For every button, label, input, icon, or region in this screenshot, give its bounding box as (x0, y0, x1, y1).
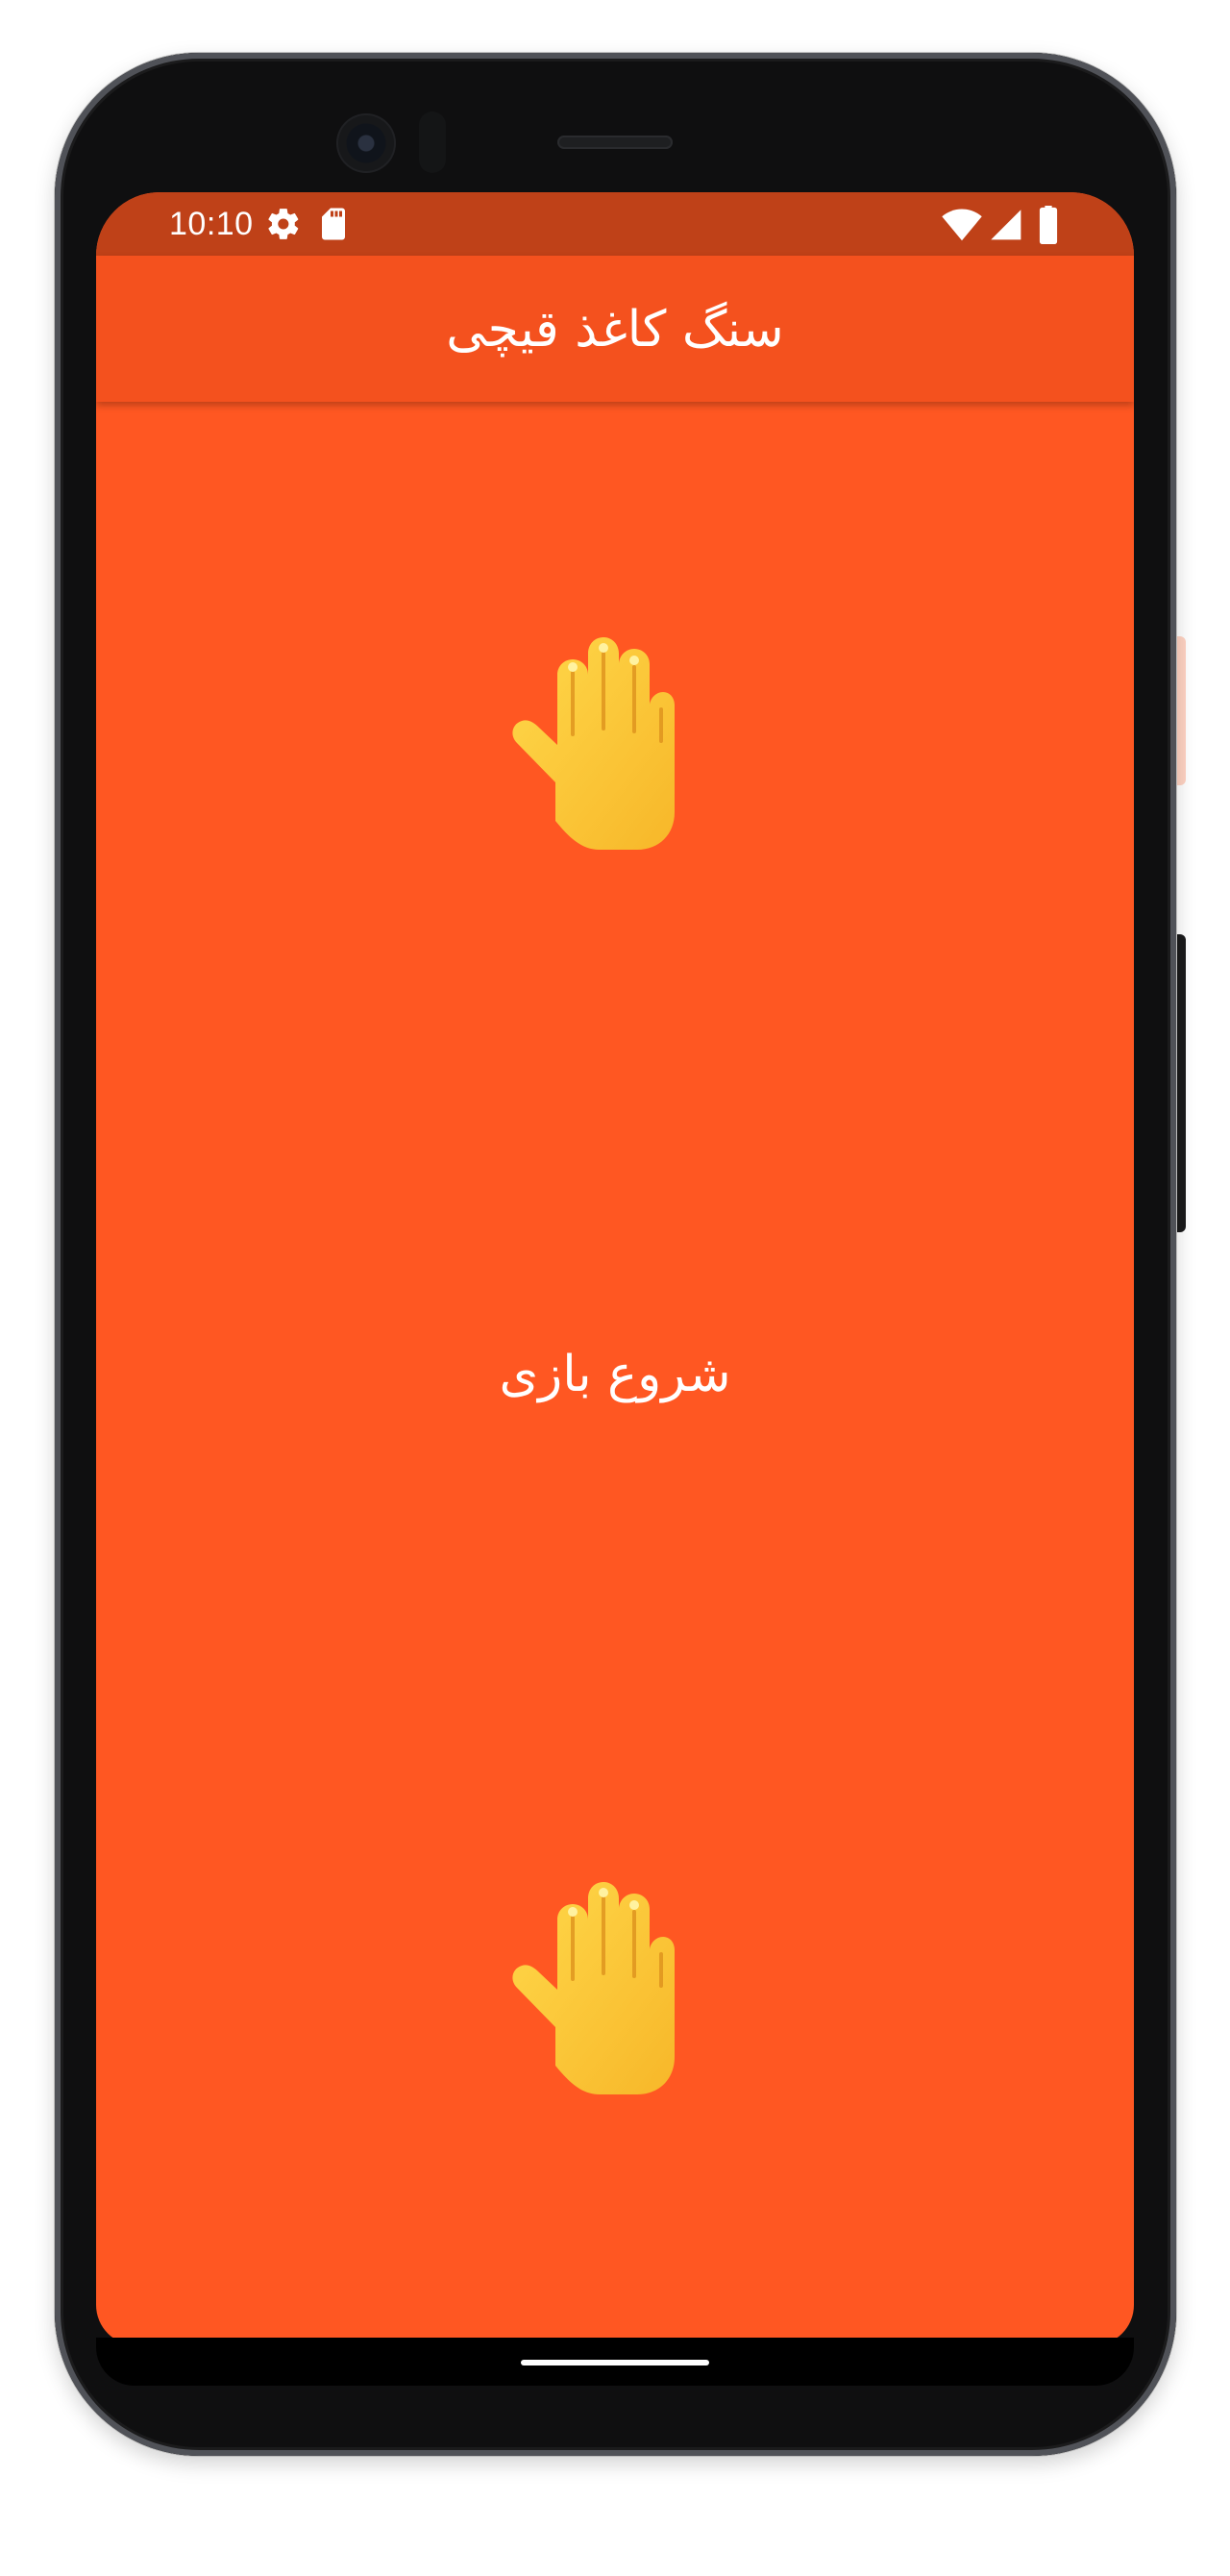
app-toolbar: سنگ کاغذ قیچی (96, 256, 1134, 402)
earpiece-speaker (557, 136, 673, 149)
home-indicator[interactable] (521, 2360, 709, 2365)
device-mockup: 10:10 سنگ کاغذ قیچی شروع بازی (0, 0, 1230, 2576)
app-title: سنگ کاغذ قیچی (446, 301, 784, 359)
status-bar: 10:10 (96, 192, 1134, 256)
sd-card-icon (322, 208, 345, 240)
status-time: 10:10 (169, 206, 254, 242)
start-game-button[interactable]: شروع بازی (442, 1326, 788, 1423)
player-raised-hand-icon (512, 1882, 675, 2094)
app-screen: 10:10 سنگ کاغذ قیچی شروع بازی (96, 192, 1134, 2345)
signal-icon (991, 210, 1021, 240)
wifi-icon (942, 209, 982, 241)
battery-icon (1039, 206, 1058, 244)
gear-icon (268, 209, 299, 239)
sensor-icon (419, 111, 446, 173)
opponent-raised-hand-icon (512, 637, 675, 850)
front-camera-icon (336, 113, 396, 173)
